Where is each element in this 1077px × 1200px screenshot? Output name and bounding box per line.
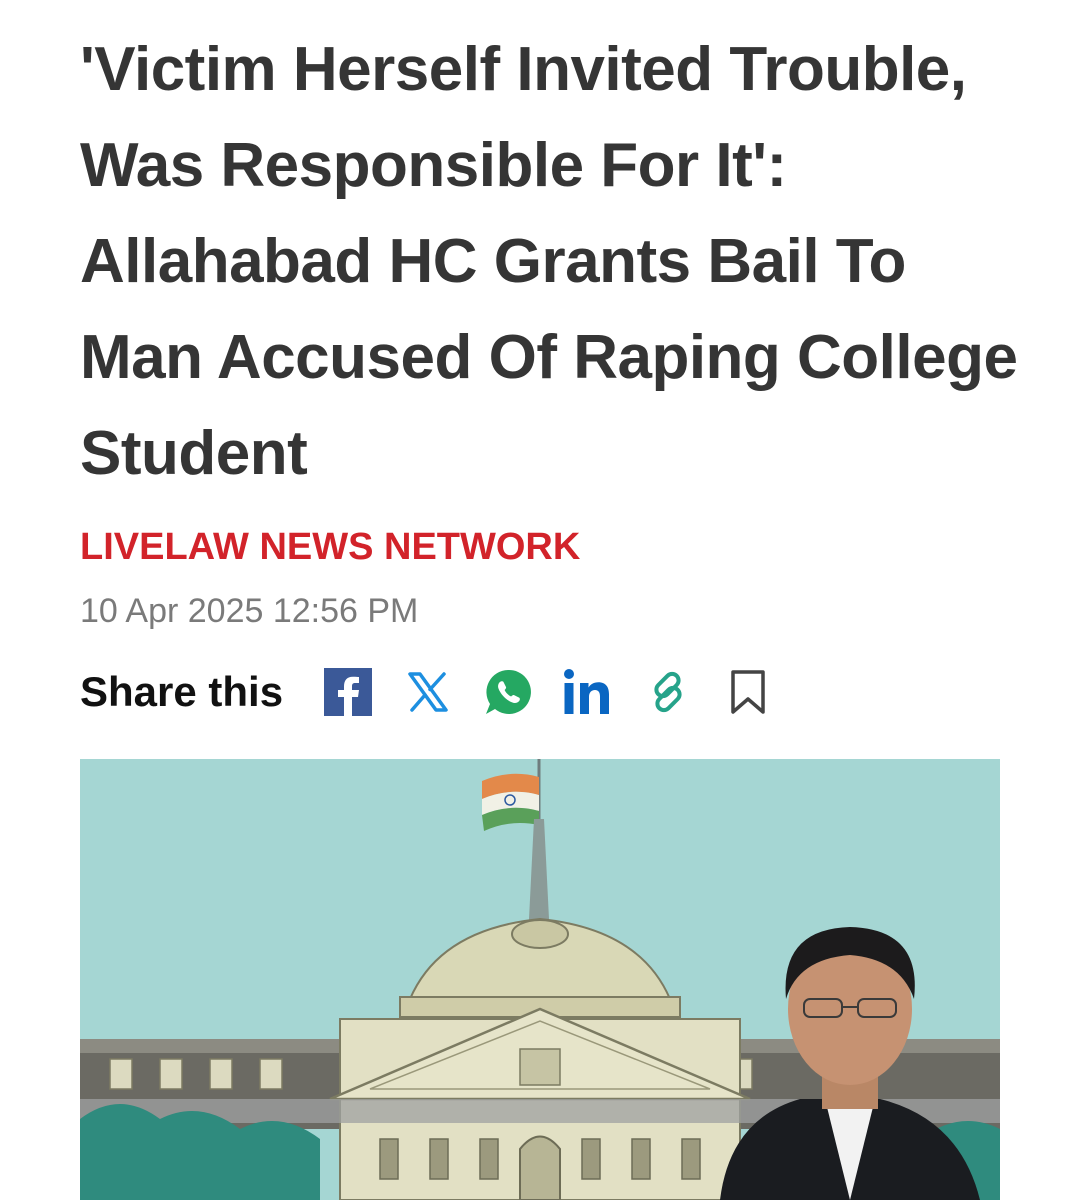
- facebook-icon: [324, 668, 373, 716]
- linkedin-icon: [564, 669, 610, 714]
- linkedin-share-button[interactable]: [561, 665, 615, 719]
- share-bar: Share this: [80, 660, 801, 724]
- link-icon: [654, 671, 682, 713]
- bookmark-button[interactable]: [721, 665, 775, 719]
- flag-graphic: [482, 773, 539, 831]
- x-icon: [408, 672, 448, 712]
- share-label: Share this: [80, 668, 284, 715]
- x-share-button[interactable]: [401, 665, 455, 719]
- facebook-share-button[interactable]: [321, 665, 375, 719]
- whatsapp-icon: [486, 669, 532, 714]
- copy-link-button[interactable]: [641, 665, 695, 719]
- publish-date: 10 Apr 2025 12:56 PM: [80, 592, 419, 630]
- whatsapp-share-button[interactable]: [481, 665, 535, 719]
- author-link[interactable]: LIVELAW NEWS NETWORK: [80, 526, 580, 569]
- bookmark-icon: [731, 670, 765, 714]
- article-headline: 'Victim Herself Invited Trouble, Was Res…: [80, 35, 1018, 488]
- article-hero-image: [80, 759, 1000, 1200]
- court-illustration: [80, 759, 1000, 1200]
